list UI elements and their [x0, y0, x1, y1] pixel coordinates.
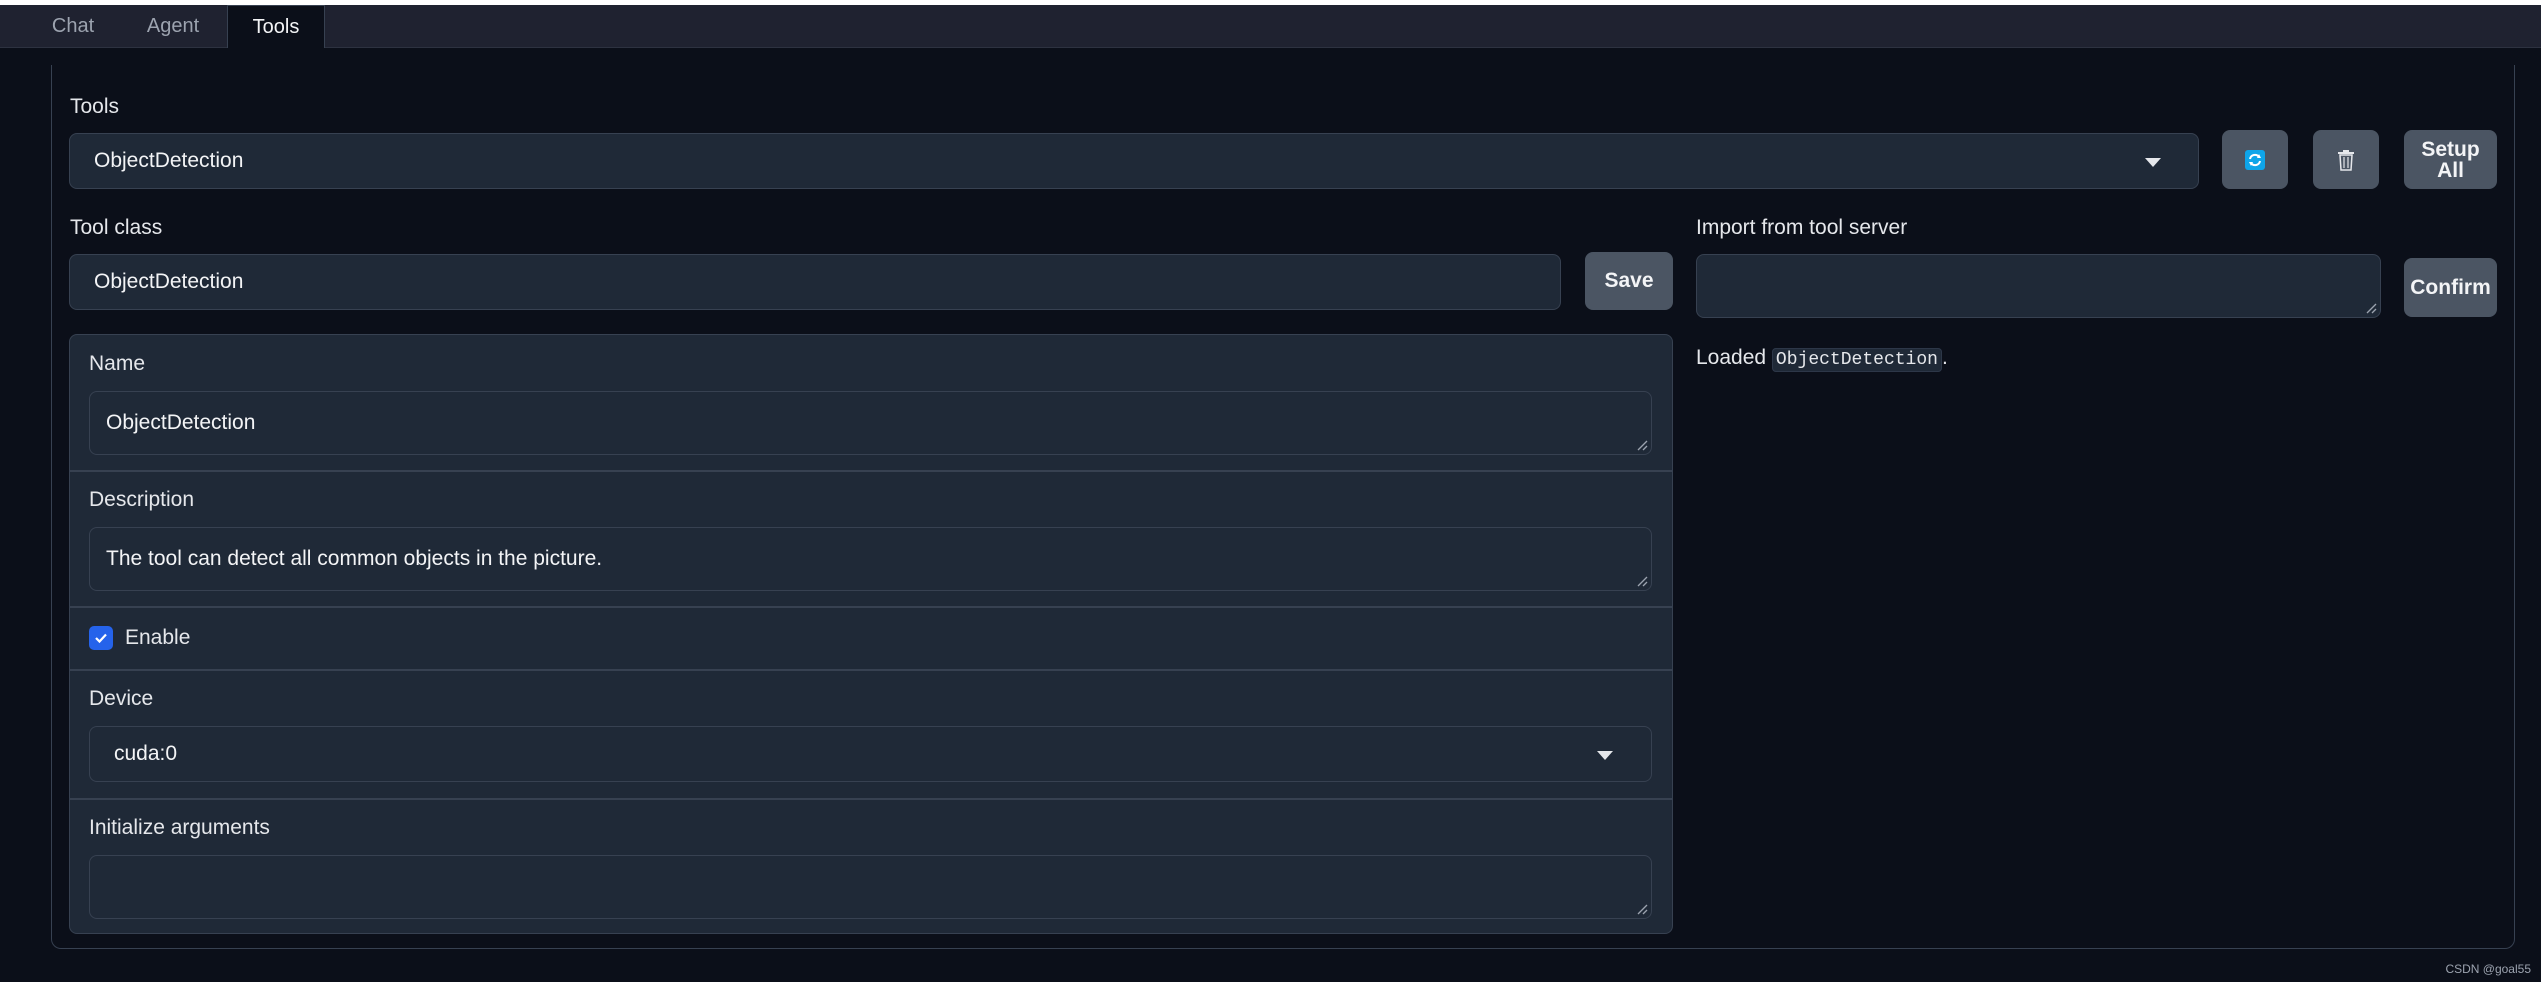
device-value: cuda:0 [114, 742, 178, 765]
divider [70, 470, 1672, 472]
save-button[interactable]: Save [1585, 252, 1673, 310]
tab-agent[interactable]: Agent [119, 5, 227, 48]
divider [70, 798, 1672, 800]
delete-button[interactable] [2313, 130, 2379, 189]
tool-class-label: Tool class [70, 216, 163, 239]
init-args-textarea[interactable] [89, 855, 1652, 919]
tools-dropdown-value: ObjectDetection [94, 149, 244, 172]
setup-all-button[interactable]: Setup All [2404, 130, 2497, 189]
init-args-label: Initialize arguments [89, 816, 270, 839]
enable-label[interactable]: Enable [125, 626, 190, 650]
watermark: CSDN @goal55 [2445, 962, 2531, 976]
name-label: Name [89, 352, 146, 375]
name-value: ObjectDetection [106, 411, 256, 434]
confirm-button[interactable]: Confirm [2404, 258, 2497, 317]
resize-grip-icon[interactable] [2366, 303, 2377, 314]
trash-icon [2338, 149, 2354, 171]
enable-checkbox[interactable] [89, 626, 113, 650]
resize-grip-icon[interactable] [1637, 576, 1648, 587]
tool-class-value: ObjectDetection [94, 270, 244, 293]
import-status: Loaded ObjectDetection. [1696, 346, 1948, 372]
tab-bar [0, 5, 2541, 48]
import-status-code: ObjectDetection [1771, 348, 1942, 372]
description-value: The tool can detect all common objects i… [106, 547, 603, 570]
tool-config-card: Name ObjectDetection Description The too… [69, 334, 1673, 934]
refresh-button[interactable] [2222, 130, 2288, 189]
tools-dropdown[interactable]: ObjectDetection [69, 133, 2199, 189]
resize-grip-icon[interactable] [1637, 440, 1648, 451]
refresh-icon [2245, 149, 2265, 170]
tool-class-input[interactable]: ObjectDetection [69, 254, 1561, 310]
chevron-down-icon [2145, 158, 2161, 167]
tools-label: Tools [70, 95, 120, 118]
tab-tools[interactable]: Tools [227, 5, 325, 48]
device-label: Device [89, 687, 154, 710]
import-input[interactable] [1696, 254, 2381, 318]
resize-grip-icon[interactable] [1637, 904, 1648, 915]
description-textarea[interactable]: The tool can detect all common objects i… [89, 527, 1652, 591]
checkmark-icon [95, 633, 107, 644]
tab-chat[interactable]: Chat [27, 5, 119, 48]
import-label: Import from tool server [1696, 216, 1908, 239]
divider [70, 606, 1672, 608]
name-textarea[interactable]: ObjectDetection [89, 391, 1652, 455]
chevron-down-icon [1597, 751, 1613, 760]
import-status-prefix: Loaded [1696, 346, 1772, 369]
description-label: Description [89, 488, 195, 511]
device-dropdown[interactable]: cuda:0 [89, 726, 1652, 782]
import-status-suffix: . [1941, 346, 1948, 369]
divider [70, 669, 1672, 671]
